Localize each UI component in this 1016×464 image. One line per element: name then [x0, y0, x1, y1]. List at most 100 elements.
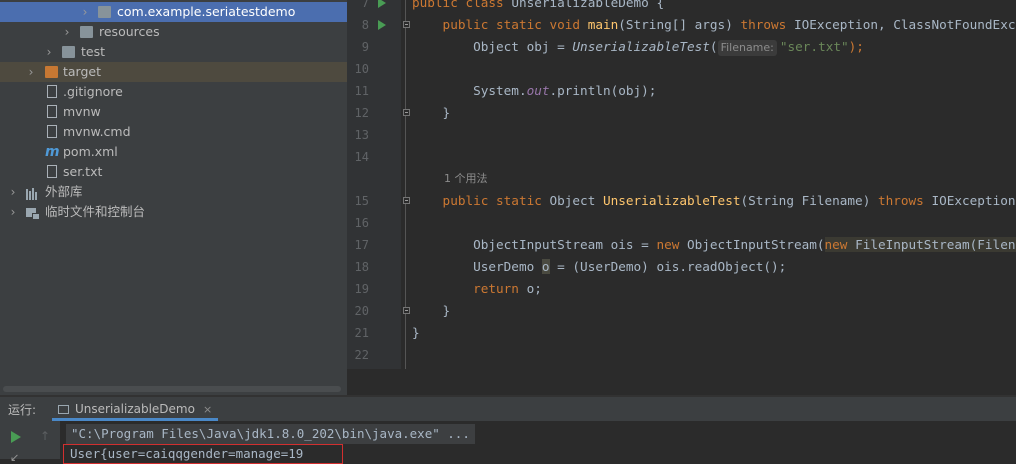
tree-item-package[interactable]: › com.example.seriatestdemo — [0, 2, 347, 22]
tree-item-target[interactable]: › target — [0, 62, 347, 82]
expand-arrow-icon[interactable]: › — [44, 42, 54, 62]
code-token: public static — [412, 193, 550, 208]
expand-arrow-icon[interactable]: › — [26, 62, 36, 82]
code-token: = (UserDemo) ois.readObject(); — [549, 259, 787, 274]
expand-arrow-icon[interactable]: › — [8, 202, 18, 222]
line-number: 14 — [354, 150, 369, 164]
code-token: main — [587, 17, 619, 32]
tree-item-mvnw[interactable]: mvnw — [0, 102, 347, 122]
line-number: 10 — [354, 62, 369, 76]
file-icon — [47, 85, 57, 98]
tree-item-test[interactable]: › test — [0, 42, 347, 62]
code-line-11: System.out.println(obj); — [412, 80, 656, 102]
library-icon — [26, 186, 39, 200]
code-line-18: UserDemo o = (UserDemo) ois.readObject()… — [412, 256, 786, 278]
fold-marker-icon[interactable] — [403, 307, 410, 314]
run-tab-label: UnserializableDemo — [75, 402, 195, 416]
package-folder-icon — [98, 6, 111, 18]
folder-icon — [62, 46, 75, 58]
code-token: ( — [709, 39, 718, 54]
console-output-line: User{user=caiqqgender=manage=19 — [63, 444, 343, 464]
line-number: 21 — [354, 326, 369, 340]
code-token: ObjectInputStream( — [687, 237, 825, 252]
expand-arrow-icon[interactable]: › — [62, 22, 72, 42]
code-token: System. — [412, 83, 527, 98]
maven-icon: m — [45, 144, 60, 160]
code-token: public static void — [412, 17, 588, 32]
code-editor[interactable]: 7 8 9 10 11 12 13 14 15 16 17 18 19 20 2… — [347, 0, 1016, 369]
code-token: IOException, ClassNotFoundException — [793, 17, 1016, 32]
run-toolbar: ↑ ↙ — [0, 421, 60, 464]
arrow-up-icon[interactable]: ↑ — [40, 429, 50, 443]
tree-item-label: 外部库 — [45, 184, 83, 199]
line-number: 20 — [354, 304, 369, 318]
code-token: ObjectInputStream ois = — [412, 237, 657, 252]
line-number: 11 — [354, 84, 369, 98]
code-token: Object — [549, 193, 603, 208]
tree-item-label: pom.xml — [63, 144, 118, 159]
fold-marker-icon[interactable] — [403, 197, 410, 204]
expand-arrow-icon[interactable]: › — [80, 2, 90, 22]
code-token: return — [412, 281, 527, 296]
run-header: 运行: UnserializableDemo × — [0, 397, 1016, 421]
tree-item-label: .gitignore — [63, 84, 123, 99]
horizontal-scrollbar[interactable] — [3, 386, 341, 392]
project-tree-panel: › com.example.seriatestdemo › resources … — [0, 0, 347, 395]
run-icon[interactable] — [378, 0, 386, 8]
code-line-20: } — [412, 303, 451, 318]
code-token: o; — [526, 281, 542, 296]
code-token: UserDemo — [412, 259, 542, 274]
tree-item-resources[interactable]: › resources — [0, 22, 347, 42]
line-number: 8 — [361, 18, 369, 32]
tree-item-label: test — [81, 44, 106, 59]
line-number: 15 — [354, 194, 369, 208]
arrow-down-icon[interactable]: ↙ — [10, 451, 19, 464]
tree-item-gitignore[interactable]: .gitignore — [0, 82, 347, 102]
line-number: 7 — [361, 0, 369, 10]
run-config-tab[interactable]: UnserializableDemo × — [52, 397, 219, 421]
tree-item-pom[interactable]: m pom.xml — [0, 142, 347, 162]
code-token: "ser.txt" — [779, 39, 849, 54]
run-config-icon — [58, 405, 69, 414]
line-number: 22 — [354, 348, 369, 362]
expand-arrow-icon[interactable]: › — [8, 182, 18, 202]
run-panel-title: 运行: — [8, 403, 37, 417]
scratch-icon — [26, 206, 40, 220]
fold-marker-icon[interactable] — [403, 21, 410, 28]
fold-marker-icon[interactable] — [403, 109, 410, 116]
code-token: UnserializableTest — [572, 39, 710, 54]
code-token: public class — [412, 0, 512, 10]
run-icon[interactable] — [378, 20, 386, 30]
code-line-12: } — [412, 105, 451, 120]
tree-item-external-libraries[interactable]: › 外部库 — [0, 182, 347, 202]
parameter-hint: Filename: — [717, 40, 777, 56]
run-tool-window: 运行: UnserializableDemo × ↑ ↙ "C:\Program … — [0, 397, 1016, 464]
tree-item-label: resources — [99, 24, 160, 39]
usage-hint[interactable]: 1 个用法 — [444, 168, 488, 190]
tree-item-label: target — [63, 64, 102, 79]
code-token: Object obj = — [412, 39, 573, 54]
line-number: 12 — [354, 106, 369, 120]
line-number: 16 — [354, 216, 369, 230]
tree-item-ser-txt[interactable]: ser.txt — [0, 162, 347, 182]
file-icon — [47, 125, 57, 138]
code-token: new — [824, 237, 856, 252]
line-number: 19 — [354, 282, 369, 296]
console-command-line: "C:\Program Files\Java\jdk1.8.0_202\bin\… — [66, 424, 475, 444]
line-number: 18 — [354, 260, 369, 274]
tree-item-mvnw-cmd[interactable]: mvnw.cmd — [0, 122, 347, 142]
code-token: UnserializableTest — [602, 193, 741, 208]
close-tab-icon[interactable]: × — [203, 403, 212, 416]
code-token: FileInputStream(Filename)); — [855, 237, 1016, 252]
tree-item-label: com.example.seriatestdemo — [117, 4, 296, 19]
code-token: out — [526, 83, 550, 98]
rerun-icon[interactable] — [11, 431, 21, 443]
code-token: ); — [848, 39, 864, 54]
code-token: (String[] args) — [618, 17, 741, 32]
folder-icon — [80, 26, 93, 38]
code-token: new — [656, 237, 687, 252]
tree-item-scratches[interactable]: › 临时文件和控制台 — [0, 202, 347, 222]
code-line-9: Object obj = UnserializableTest(Filename… — [412, 36, 864, 58]
code-line-7: public class UnserializableDemo { — [412, 0, 664, 14]
code-line-15: public static Object UnserializableTest(… — [412, 190, 1016, 212]
